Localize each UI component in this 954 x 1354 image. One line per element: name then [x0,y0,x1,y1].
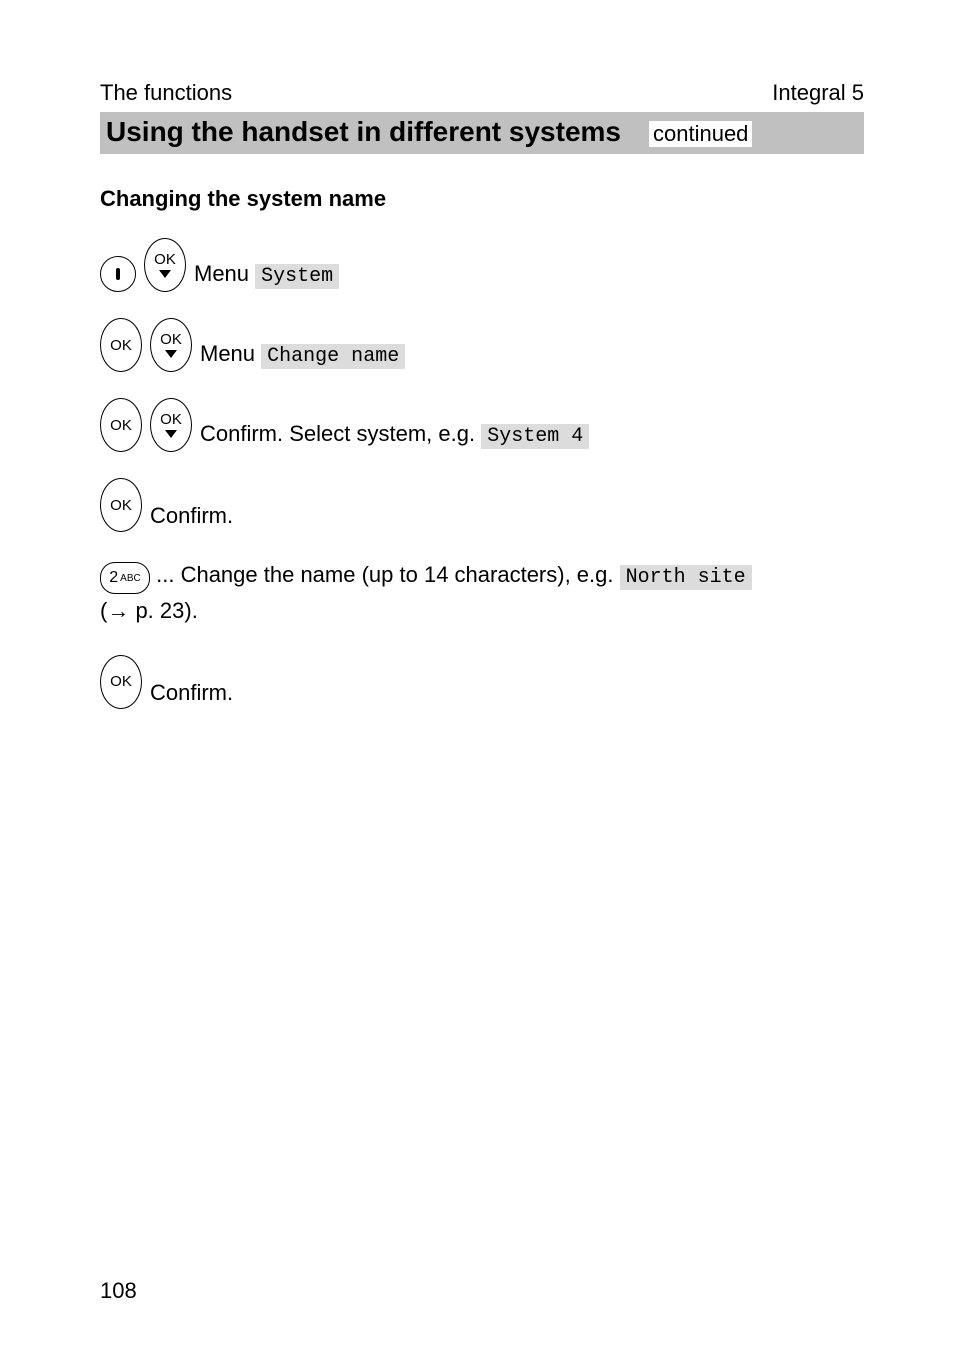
header-left: The functions [100,80,232,106]
header-right: Integral 5 [772,80,864,106]
chevron-down-icon [165,430,177,438]
confirm-select-label: Confirm. Select system, e.g. [200,421,475,446]
step-row: OK OK Confirm. Select system, e.g. Syste… [100,398,864,452]
page-reference: (→ p. 23). [100,598,198,623]
section-title: Using the handset in different systems [106,116,621,148]
keypad-number: 2 [109,566,118,591]
step-row: OK Confirm. [100,655,864,709]
ok-label: OK [110,674,132,689]
ok-down-button-icon: OK [144,238,186,292]
step-text: Confirm. Select system, e.g. System 4 [200,417,589,452]
ok-button-icon: OK [100,318,142,372]
step-row: OK Menu System [100,238,864,292]
ok-button-icon: OK [100,478,142,532]
ok-button-icon: OK [100,655,142,709]
keypad-letters: ABC [120,571,141,587]
step-text: Menu System [194,257,339,292]
section-continued: continued [649,121,752,147]
power-icon [100,256,136,292]
menu-value: System [255,264,339,289]
ok-label: OK [160,332,182,347]
ok-down-button-icon: OK [150,398,192,452]
ok-label: OK [160,412,182,427]
system-id-value: System 4 [481,424,589,449]
confirm-label: Confirm. [150,499,233,532]
ok-label: OK [110,418,132,433]
chevron-down-icon [159,270,171,278]
menu-label: Menu [200,341,255,366]
ok-label: OK [110,338,132,353]
step-text: Menu Change name [200,337,405,372]
manual-page: The functions Integral 5 Using the hands… [0,0,954,1354]
chevron-down-icon [165,350,177,358]
confirm-label: Confirm. [150,676,233,709]
step-row: 2 ABC ... Change the name (up to 14 char… [100,558,864,629]
ok-label: OK [110,498,132,513]
ok-down-button-icon: OK [150,318,192,372]
ok-button-icon: OK [100,398,142,452]
change-name-text: ... Change the name (up to 14 characters… [156,562,613,587]
running-header: The functions Integral 5 [100,80,864,106]
step-row: OK Confirm. [100,478,864,532]
keypad-2abc-icon: 2 ABC [100,562,150,594]
menu-value: Change name [261,344,405,369]
section-title-bar: Using the handset in different systems c… [100,112,864,154]
step-row: OK OK Menu Change name [100,318,864,372]
page-number: 108 [100,1278,137,1304]
example-name-value: North site [620,565,752,590]
ok-label: OK [154,252,176,267]
menu-label: Menu [194,261,249,286]
subsection-heading: Changing the system name [100,186,864,212]
